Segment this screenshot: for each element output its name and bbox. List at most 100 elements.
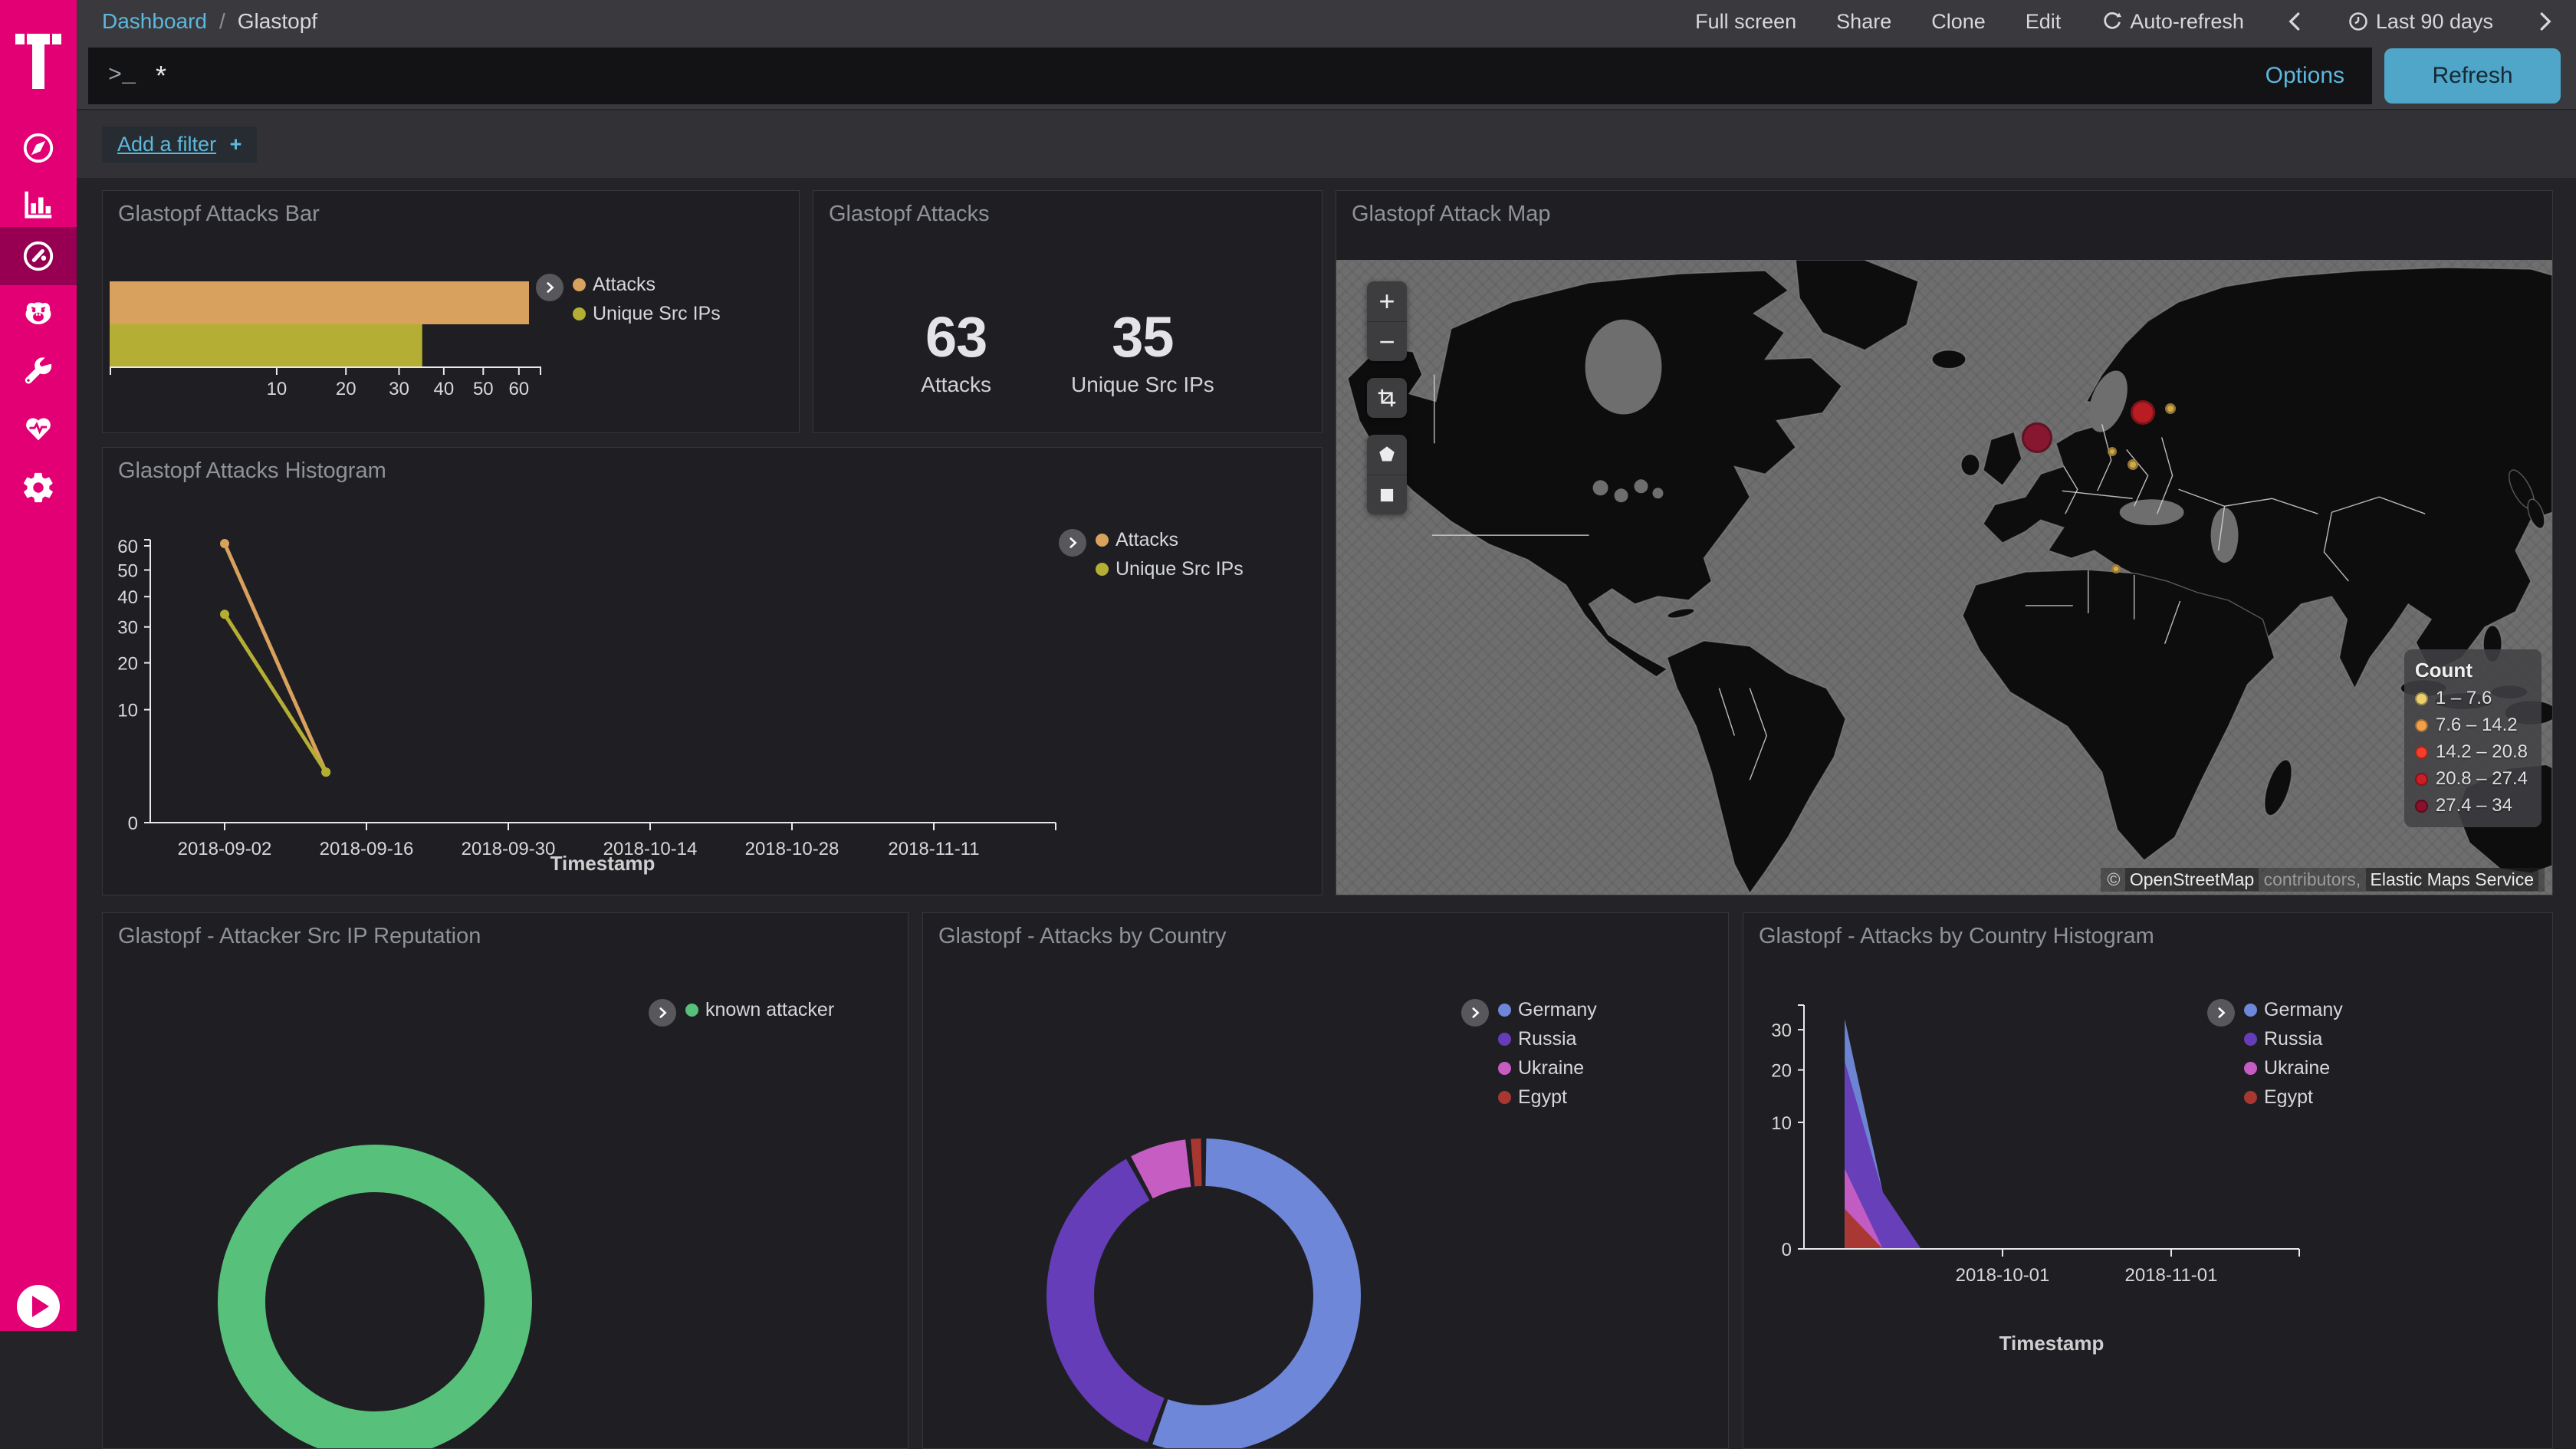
attacks-bar-legend: Attacks Unique Src IPs xyxy=(536,274,721,325)
panel-by-country-histogram: Glastopf - Attacks by Country Histogram … xyxy=(1743,912,2553,1449)
panel-attack-map: Glastopf Attack Map xyxy=(1336,190,2553,895)
sidebar-item-discover[interactable] xyxy=(0,119,77,177)
legend-item[interactable]: Germany xyxy=(2244,999,2343,1021)
draw-polygon-button[interactable] xyxy=(1367,435,1407,475)
auto-refresh-button[interactable]: Auto-refresh xyxy=(2101,10,2244,34)
map-controls: + − xyxy=(1367,281,1407,514)
legend-item[interactable]: Russia xyxy=(2244,1028,2343,1050)
legend-item[interactable]: Ukraine xyxy=(2244,1057,2343,1079)
sidebar-expand-button[interactable] xyxy=(17,1285,60,1328)
panel-attacks-histogram: Glastopf Attacks Histogram 0102030405060… xyxy=(102,447,1322,895)
edit-button[interactable]: Edit xyxy=(2026,10,2062,34)
axis-label: 0 xyxy=(1782,1240,1792,1260)
legend-item[interactable]: Attacks xyxy=(1096,529,1244,551)
panel-attacks-metric: Glastopf Attacks 63 Attacks 35 Unique Sr… xyxy=(813,190,1322,433)
attack-location-dot[interactable] xyxy=(2108,447,2117,456)
legend-item[interactable]: Ukraine xyxy=(1498,1057,1597,1079)
legend-label: Russia xyxy=(1518,1028,1576,1050)
slice-known attacker[interactable] xyxy=(242,1168,508,1435)
legend-color-dot xyxy=(1498,1062,1511,1075)
legend-toggle-button[interactable] xyxy=(1059,529,1086,557)
by-country-donut-chart xyxy=(923,913,1728,1448)
filter-bar: Add a filter + xyxy=(77,109,2576,178)
add-filter-button[interactable]: Add a filter + xyxy=(102,127,257,163)
axis-label: 2018-09-16 xyxy=(320,839,414,859)
fit-bounds-button[interactable] xyxy=(1367,378,1407,418)
point-Attacks-0[interactable] xyxy=(220,539,229,548)
panel-src-ip-reputation: Glastopf - Attacker Src IP Reputation kn… xyxy=(102,912,909,1449)
legend-item[interactable]: known attacker xyxy=(685,999,834,1021)
legend-toggle-button[interactable] xyxy=(1461,999,1489,1027)
telekom-t-icon xyxy=(15,17,61,90)
map-canvas[interactable]: + − xyxy=(1336,260,2552,895)
axis-label: 2018-11-11 xyxy=(888,839,979,859)
metric-group: 63 Attacks 35 Unique Src IPs xyxy=(813,191,1322,432)
legend-toggle-button[interactable] xyxy=(2207,999,2235,1027)
legend-item[interactable]: Egypt xyxy=(2244,1086,2343,1109)
options-link[interactable]: Options xyxy=(2266,63,2344,89)
clone-button[interactable]: Clone xyxy=(1931,10,1986,34)
panel-title: Glastopf Attacks Histogram xyxy=(118,458,386,484)
zoom-in-button[interactable]: + xyxy=(1367,281,1407,321)
point-Unique Src IPs-1[interactable] xyxy=(321,767,330,777)
legend-color-dot xyxy=(2415,719,2428,732)
chevron-left-icon xyxy=(2284,10,2307,33)
attack-location-dot[interactable] xyxy=(2022,422,2052,453)
legend-label: Russia xyxy=(2264,1028,2322,1050)
axis-label: 60 xyxy=(117,537,138,557)
bar-Attacks[interactable] xyxy=(110,281,529,324)
legend-label: Germany xyxy=(2264,999,2343,1021)
legend-item[interactable]: Attacks xyxy=(573,274,721,296)
chevron-right-icon xyxy=(1064,534,1081,551)
openstreetmap-link[interactable]: OpenStreetMap xyxy=(2125,868,2259,891)
elastic-maps-service-link[interactable]: Elastic Maps Service xyxy=(2366,868,2538,891)
auto-refresh-label: Auto-refresh xyxy=(2130,10,2244,34)
zoom-out-button[interactable]: − xyxy=(1367,321,1407,361)
telekom-logo[interactable] xyxy=(15,17,61,90)
legend-label: Egypt xyxy=(1518,1086,1567,1109)
draw-rectangle-button[interactable] xyxy=(1367,475,1407,514)
heartbeat-icon xyxy=(21,411,56,446)
sidebar-item-bear[interactable] xyxy=(0,285,77,343)
legend-toggle-button[interactable] xyxy=(649,999,676,1027)
legend-color-dot xyxy=(2244,1004,2257,1017)
legend-item[interactable]: Unique Src IPs xyxy=(1096,558,1244,580)
attacks-histogram-legend: Attacks Unique Src IPs xyxy=(1059,529,1244,580)
time-picker-button[interactable]: Last 90 days xyxy=(2347,10,2493,34)
world-map xyxy=(1336,260,2552,895)
sidebar-item-monitoring[interactable] xyxy=(0,399,77,458)
legend-item[interactable]: Russia xyxy=(1498,1028,1597,1050)
share-button[interactable]: Share xyxy=(1836,10,1891,34)
legend-toggle-button[interactable] xyxy=(536,274,564,301)
legend-item[interactable]: Germany xyxy=(1498,999,1597,1021)
bar-Unique Src IPs[interactable] xyxy=(110,324,422,367)
time-forward-button[interactable] xyxy=(2533,10,2556,33)
legend-range-label: 1 – 7.6 xyxy=(2436,688,2492,709)
refresh-button[interactable]: Refresh xyxy=(2384,48,2561,104)
point-Unique Src IPs-0[interactable] xyxy=(220,610,229,619)
line-Attacks[interactable] xyxy=(225,544,326,772)
sidebar-item-dev-tools[interactable] xyxy=(0,343,77,401)
legend-color-dot xyxy=(2415,800,2428,813)
axis-label: 20 xyxy=(336,379,356,399)
panel-attacks-bar: Glastopf Attacks Bar 102030405060 Attack… xyxy=(102,190,800,433)
attack-location-dot[interactable] xyxy=(2165,403,2176,414)
legend-label: Germany xyxy=(1518,999,1597,1021)
sidebar-item-dashboard[interactable] xyxy=(0,227,77,285)
attack-location-dot[interactable] xyxy=(2128,459,2138,470)
breadcrumb-dashboard-link[interactable]: Dashboard xyxy=(102,9,207,34)
panel-attacks-by-country: Glastopf - Attacks by Country Germany Ru… xyxy=(922,912,1729,1449)
legend-item[interactable]: Unique Src IPs xyxy=(573,303,721,325)
search-input[interactable]: >_ * Options xyxy=(88,48,2372,104)
sidebar-item-management[interactable] xyxy=(0,458,77,517)
legend-item[interactable]: Egypt xyxy=(1498,1086,1597,1109)
axis-label: 30 xyxy=(1771,1020,1792,1041)
time-back-button[interactable] xyxy=(2284,10,2307,33)
bar-chart-icon xyxy=(21,187,56,222)
line-Unique Src IPs[interactable] xyxy=(225,614,326,772)
legend-label: Attacks xyxy=(1116,529,1178,551)
attack-location-dot[interactable] xyxy=(2111,564,2121,573)
attack-location-dot[interactable] xyxy=(2131,400,2155,425)
sidebar-item-visualize[interactable] xyxy=(0,176,77,234)
full-screen-button[interactable]: Full screen xyxy=(1695,10,1796,34)
